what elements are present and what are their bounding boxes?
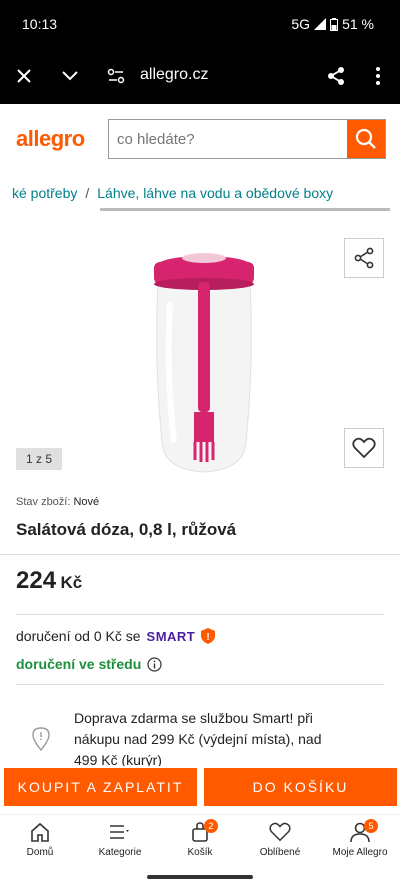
- add-to-cart-button[interactable]: DO KOŠÍKU: [204, 768, 397, 806]
- divider: [0, 554, 400, 555]
- share-button[interactable]: [344, 238, 384, 278]
- nav-label: Kategorie: [98, 847, 142, 858]
- status-indicators: 5G 51 %: [291, 16, 374, 32]
- heart-icon: [352, 437, 376, 459]
- product-price: 224 Kč: [16, 567, 82, 595]
- nav-label: Oblíbené: [259, 847, 301, 858]
- product-image: [154, 253, 254, 473]
- smart-badge-icon: !: [201, 628, 216, 644]
- search-button[interactable]: [347, 120, 385, 158]
- account-badge: 5: [364, 819, 378, 833]
- breadcrumb-item[interactable]: ké potřeby: [12, 185, 77, 201]
- action-bar: KOUPIT A ZAPLATIT DO KOŠÍKU: [0, 766, 400, 812]
- chevron-down-icon[interactable]: [56, 62, 84, 90]
- smart-logo: SMART: [146, 628, 196, 644]
- status-time: 10:13: [22, 16, 58, 32]
- gesture-handle[interactable]: [147, 875, 253, 879]
- nav-label: Domů: [26, 847, 54, 858]
- nav-item-cart[interactable]: 2 Košík: [160, 815, 240, 866]
- search-bar: [108, 119, 386, 159]
- location-pin-icon: [32, 727, 50, 752]
- breadcrumb-item[interactable]: Láhve, láhve na vodu a obědové boxy: [97, 185, 333, 201]
- product-title: Salátová dóza, 0,8 l, růžová: [16, 520, 237, 539]
- home-icon: [31, 822, 49, 842]
- favorite-button[interactable]: [344, 428, 384, 468]
- delivery-day-text: doručení ve středu: [16, 656, 142, 672]
- url-text[interactable]: allegro.cz: [140, 66, 208, 84]
- product-condition: Stav zboží: Nové: [16, 496, 99, 508]
- network-label: 5G: [291, 16, 311, 32]
- delivery-info: Doprava zdarma se službou Smart! při nák…: [74, 710, 322, 768]
- status-bar: 10:13 5G 51 %: [0, 0, 400, 48]
- cart-badge: 2: [204, 819, 218, 833]
- product-gallery[interactable]: 1 z 5: [0, 222, 400, 482]
- browser-toolbar: allegro.cz: [0, 48, 400, 104]
- menu-icon: [110, 825, 129, 839]
- search-input[interactable]: [109, 120, 347, 158]
- gallery-counter: 1 z 5: [16, 448, 63, 470]
- battery-level: 51 %: [342, 16, 374, 32]
- buy-now-button[interactable]: KOUPIT A ZAPLATIT: [4, 768, 197, 806]
- delivery-day[interactable]: doručení ve středu: [16, 656, 162, 672]
- price-value: 224: [16, 567, 57, 594]
- nav-label: Moje Allegro: [332, 847, 388, 858]
- heart-icon: [269, 822, 291, 842]
- share-icon[interactable]: [322, 62, 350, 90]
- breadcrumb: ké potřeby / Láhve, láhve na vodu a obědov…: [0, 176, 400, 212]
- allegro-logo[interactable]: allegro: [16, 126, 85, 152]
- nav-item-categories[interactable]: Kategorie: [80, 815, 160, 866]
- nav-label: Košík: [187, 847, 213, 858]
- nav-item-home[interactable]: Domů: [0, 815, 80, 866]
- share-icon: [354, 247, 374, 269]
- more-options-icon[interactable]: [364, 62, 392, 90]
- divider: [16, 684, 384, 685]
- bottom-nav: Domů Kategorie 2 Košík Oblíbené 5 Moje A…: [0, 814, 400, 866]
- breadcrumb-scrollbar[interactable]: [100, 208, 390, 211]
- battery-icon: [330, 17, 339, 31]
- price-currency: Kč: [60, 573, 83, 592]
- gesture-bar: [0, 870, 400, 889]
- breadcrumb-separator: /: [85, 185, 90, 201]
- nav-item-my-allegro[interactable]: 5 Moje Allegro: [320, 815, 400, 866]
- close-icon[interactable]: [10, 62, 38, 90]
- delivery-from-text: doručení od 0 Kč se: [16, 628, 141, 644]
- signal-icon: [314, 18, 327, 30]
- info-icon[interactable]: [147, 656, 162, 672]
- svg-text:!: !: [207, 632, 210, 643]
- condition-value: Nové: [73, 496, 100, 508]
- nav-item-favorites[interactable]: Oblíbené: [240, 815, 320, 866]
- search-icon: [355, 128, 376, 149]
- site-header: allegro: [0, 104, 400, 176]
- delivery-smart[interactable]: doručení od 0 Kč se SMART !: [16, 628, 216, 644]
- site-settings-icon[interactable]: [102, 62, 130, 90]
- divider: [16, 614, 384, 615]
- condition-label: Stav zboží:: [16, 496, 71, 508]
